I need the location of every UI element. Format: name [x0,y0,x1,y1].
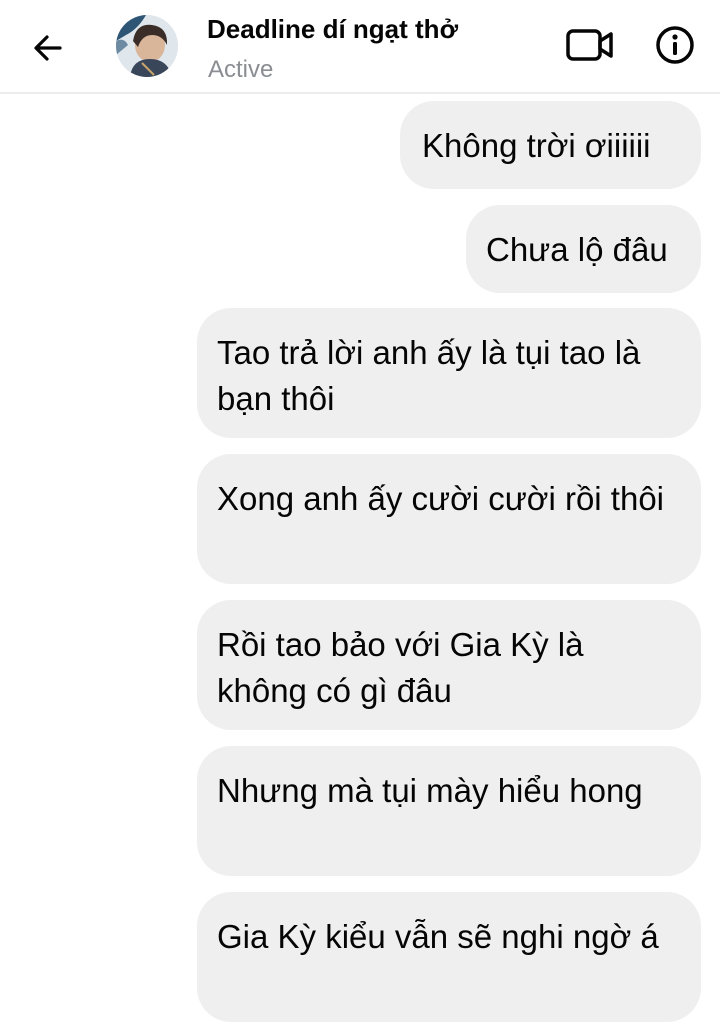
message-bubble[interactable]: Rồi tao bảo với Gia Kỳ là không có gì đâ… [197,600,701,730]
avatar[interactable] [116,15,178,77]
message-bubble[interactable]: Nhưng mà tụi mày hiểu hong [197,746,701,876]
active-status: Active [208,56,274,83]
message-bubble[interactable]: Chưa lộ đâu [466,205,701,293]
video-call-button[interactable] [562,20,618,70]
chat-title[interactable]: Deadline dí ngạt thở [207,14,458,45]
chat-header: Deadline dí ngạt thở Active [0,0,720,94]
message-bubble[interactable]: Không trời ơiiiiii [400,101,701,189]
arrow-left-icon [34,35,62,61]
message-bubble[interactable]: Tao trả lời anh ấy là tụi tao là bạn thô… [197,308,701,438]
info-icon [656,26,694,64]
info-button[interactable] [648,20,702,70]
profile-photo [116,15,178,77]
video-camera-icon [566,29,613,61]
message-bubble[interactable]: Gia Kỳ kiểu vẫn sẽ nghi ngờ á [197,892,701,1022]
back-button[interactable] [24,24,72,72]
message-bubble[interactable]: Xong anh ấy cười cười rồi thôi [197,454,701,584]
